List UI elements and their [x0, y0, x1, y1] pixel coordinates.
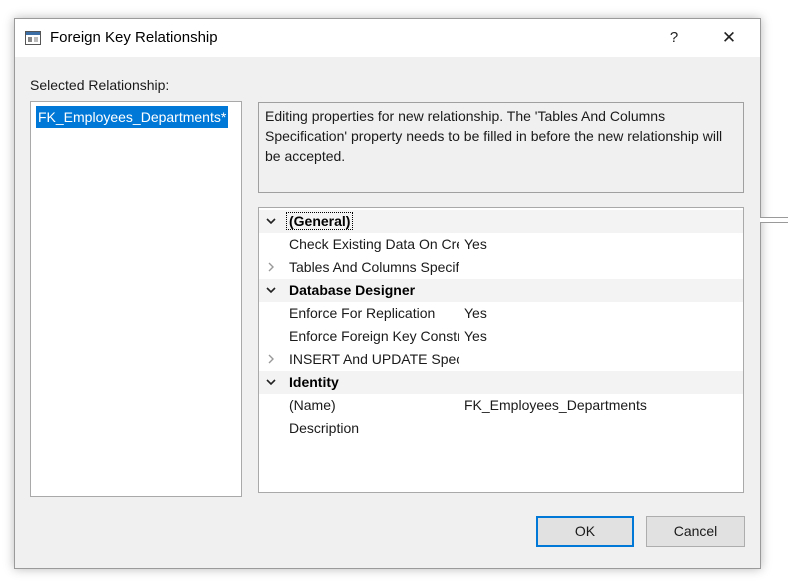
property-row[interactable]: Tables And Columns Specification	[259, 256, 743, 279]
relationship-list-item[interactable]: FK_Employees_Departments*	[36, 106, 229, 128]
property-name: Check Existing Data On Creation Or Re-En…	[289, 236, 459, 252]
category-identity[interactable]: Identity	[259, 371, 743, 394]
property-gutter	[259, 325, 282, 348]
category-general[interactable]: (General)	[259, 210, 743, 233]
chevron-down-icon[interactable]	[264, 214, 278, 228]
property-value[interactable]: FK_Employees_Departments	[464, 397, 647, 413]
property-gutter	[259, 417, 282, 440]
cancel-button[interactable]: Cancel	[646, 516, 745, 547]
category-name: (General)	[286, 212, 354, 230]
category-name-text: (General)	[286, 212, 354, 230]
property-row[interactable]: Description	[259, 417, 743, 440]
property-value[interactable]: Yes	[464, 305, 487, 321]
property-row[interactable]: Check Existing Data On Creation Or Re-En…	[259, 233, 743, 256]
selected-relationship-label: Selected Relationship:	[30, 77, 170, 93]
relationship-list[interactable]: FK_Employees_Departments*	[30, 101, 242, 497]
property-gutter	[259, 233, 282, 256]
property-value[interactable]: Yes	[464, 236, 487, 252]
property-grid[interactable]: (General) Check Existing Data On Creatio…	[258, 207, 744, 493]
foreign-key-relationship-dialog: Foreign Key Relationship ? ✕ Selected Re…	[14, 18, 761, 569]
property-row[interactable]: (Name) FK_Employees_Departments	[259, 394, 743, 417]
title-bar: Foreign Key Relationship ? ✕	[15, 19, 760, 57]
background-connector-line	[760, 217, 788, 223]
close-button[interactable]: ✕	[709, 19, 749, 57]
description-panel: Editing properties for new relationship.…	[258, 102, 744, 193]
window-title: Foreign Key Relationship	[50, 29, 218, 46]
chevron-right-icon[interactable]	[264, 260, 278, 274]
category-database-designer[interactable]: Database Designer	[259, 279, 743, 302]
property-row[interactable]: INSERT And UPDATE Specification	[259, 348, 743, 371]
property-gutter	[259, 302, 282, 325]
category-name: Database Designer	[289, 282, 416, 298]
property-name: Tables And Columns Specification	[289, 259, 459, 275]
property-name: (Name)	[289, 397, 336, 413]
help-button[interactable]: ?	[659, 19, 689, 57]
property-name: INSERT And UPDATE Specification	[289, 351, 459, 367]
property-gutter	[259, 394, 282, 417]
property-name: Enforce For Replication	[289, 305, 436, 321]
chevron-right-icon[interactable]	[264, 352, 278, 366]
property-row[interactable]: Enforce For Replication Yes	[259, 302, 743, 325]
property-value[interactable]: Yes	[464, 328, 487, 344]
category-name: Identity	[289, 374, 339, 390]
ok-button[interactable]: OK	[536, 516, 634, 547]
app-window-icon	[25, 31, 41, 45]
chevron-down-icon[interactable]	[264, 375, 278, 389]
property-name: Enforce Foreign Key Constraint	[289, 328, 459, 344]
property-row[interactable]: Enforce Foreign Key Constraint Yes	[259, 325, 743, 348]
chevron-down-icon[interactable]	[264, 283, 278, 297]
property-name: Description	[289, 420, 360, 436]
